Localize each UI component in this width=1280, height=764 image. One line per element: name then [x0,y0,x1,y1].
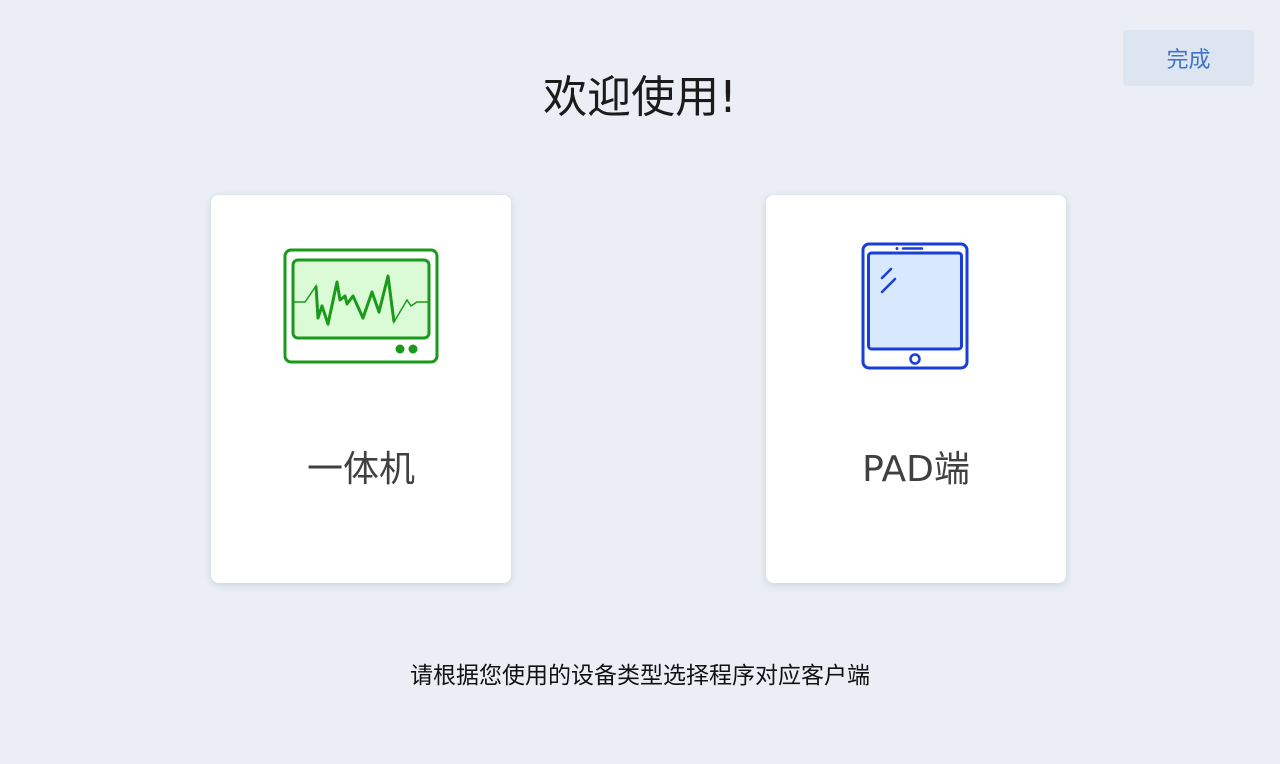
page-title: 欢迎使用! [543,72,737,123]
instruction-text: 请根据您使用的设备类型选择程序对应客户端 [410,663,870,689]
device-card-all-in-one[interactable]: 一体机 [211,195,511,583]
tablet-icon [766,239,1066,375]
monitor-icon [211,239,511,375]
device-card-pad[interactable]: PAD端 [766,195,1066,583]
card-label-all-in-one: 一体机 [306,449,415,490]
card-label-pad: PAD端 [862,449,970,490]
